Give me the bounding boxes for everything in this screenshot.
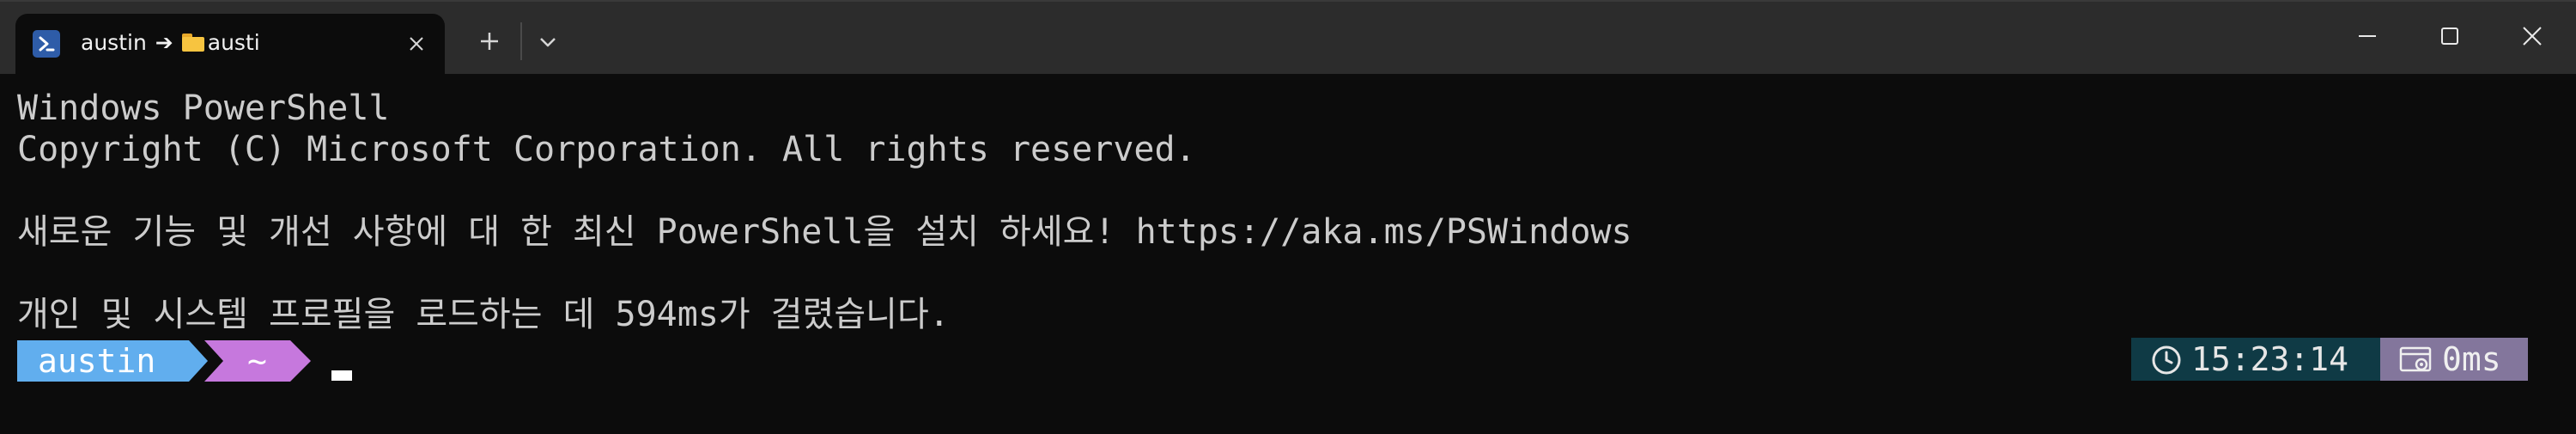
terminal-line: 새로운 기능 및 개선 사항에 대 한 최신 PowerShell을 설치 하세… bbox=[17, 212, 1632, 252]
close-window-button[interactable] bbox=[2494, 12, 2571, 60]
prompt-path-segment: ~ bbox=[204, 340, 311, 382]
powershell-icon bbox=[33, 30, 60, 58]
tab-title: austin ➔ austi bbox=[81, 26, 260, 60]
maximize-button[interactable] bbox=[2411, 12, 2488, 60]
chevron-down-icon bbox=[540, 38, 556, 47]
tab-title-folder: austi bbox=[207, 30, 260, 55]
maximize-icon bbox=[2441, 28, 2458, 45]
folder-icon bbox=[181, 34, 204, 52]
terminal-output[interactable]: Windows PowerShell Copyright (C) Microso… bbox=[0, 74, 2576, 434]
prompt-time: 15:23:14 bbox=[2191, 340, 2349, 378]
tab-separator bbox=[520, 22, 522, 60]
close-icon bbox=[2523, 27, 2542, 46]
tab-dropdown-button[interactable] bbox=[527, 21, 568, 62]
tab-title-user: austin bbox=[81, 30, 147, 55]
prompt-user-segment: austin bbox=[17, 340, 208, 382]
clock-icon bbox=[2152, 345, 2181, 375]
title-bar: austin ➔ austi bbox=[0, 0, 2576, 74]
new-tab-button[interactable] bbox=[469, 21, 510, 62]
close-icon bbox=[410, 37, 423, 51]
terminal-line: 개인 및 시스템 프로필을 로드하는 데 594ms가 걸렸습니다. bbox=[17, 295, 950, 334]
terminal-line: Copyright (C) Microsoft Corporation. All… bbox=[17, 130, 1196, 169]
tab-title-arrow: ➔ bbox=[155, 30, 173, 55]
prompt-time-segment: 15:23:14 bbox=[2131, 338, 2380, 381]
prompt-exec-time: 0ms bbox=[2442, 340, 2501, 378]
terminal-line: Windows PowerShell bbox=[17, 89, 390, 128]
execution-time-icon bbox=[2399, 346, 2432, 372]
tab-close-button[interactable] bbox=[404, 31, 429, 57]
tab-powershell[interactable]: austin ➔ austi bbox=[15, 14, 445, 74]
plus-icon bbox=[481, 33, 498, 50]
minimize-button[interactable] bbox=[2329, 12, 2406, 60]
window-border bbox=[0, 0, 2576, 2]
text-cursor bbox=[331, 370, 352, 381]
minimize-icon bbox=[2359, 35, 2376, 37]
prompt-exec-time-segment: 0ms bbox=[2380, 338, 2528, 381]
